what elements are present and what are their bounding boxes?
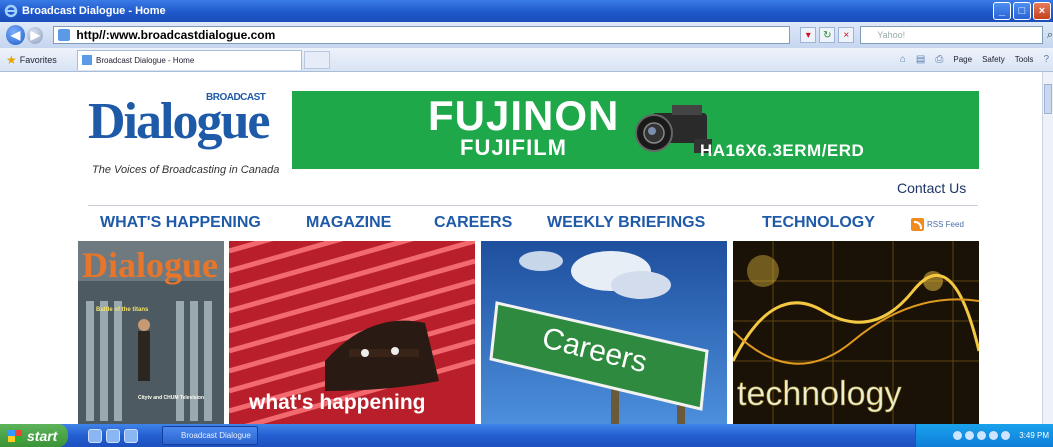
start-button[interactable]: start xyxy=(0,424,68,447)
tray-security-icon[interactable] xyxy=(977,431,987,440)
logo-wordmark: Dialogue xyxy=(88,93,270,150)
start-label: start xyxy=(27,427,58,444)
safety-menu[interactable]: Safety xyxy=(982,55,1005,64)
magazine-title: Dialogue xyxy=(82,245,218,285)
banner-brand: FUJINON xyxy=(428,92,620,139)
back-button[interactable]: ◀ xyxy=(6,25,26,45)
banner-model: HA16X6.3ERM/ERD xyxy=(700,141,865,160)
help-icon[interactable]: ? xyxy=(1043,54,1049,65)
new-tab-button[interactable] xyxy=(304,50,330,69)
maximize-button[interactable]: □ xyxy=(1013,2,1031,20)
header-divider xyxy=(88,205,978,206)
tray-volume-icon[interactable] xyxy=(965,431,975,440)
address-toolbar: ◀ ▶ http//:www.broadcastdialogue.com ▾ ↻… xyxy=(0,22,1053,48)
favorites-button[interactable]: ★ Favorites xyxy=(0,53,75,67)
feature-tiles: Dialogue Battle of the titans Citytv and… xyxy=(78,241,979,424)
window-title: Broadcast Dialogue - Home xyxy=(22,5,166,17)
nav-whats-happening[interactable]: WHAT'S HAPPENING xyxy=(100,214,261,232)
site-logo[interactable]: BROADCAST Dialogue The Voices of Broadca… xyxy=(88,92,288,182)
quick-launch xyxy=(88,428,138,443)
tile-technology[interactable]: technology xyxy=(733,241,979,424)
whats-happening-caption: what's happening xyxy=(248,391,426,414)
technology-caption: technology xyxy=(737,375,901,413)
banner-sub-brand: FUJIFILM xyxy=(460,135,567,160)
magazine-cover-line-1: Battle of the titans xyxy=(96,307,149,313)
forward-button[interactable]: ▶ xyxy=(27,26,44,44)
dropdown-button[interactable]: ▾ xyxy=(800,27,817,43)
nav-magazine[interactable]: MAGAZINE xyxy=(306,214,391,232)
browser-window: Broadcast Dialogue - Home _ □ × ◀ ▶ http… xyxy=(0,0,1053,447)
scrollbar-thumb[interactable] xyxy=(1044,84,1052,114)
tray-update-icon[interactable] xyxy=(989,431,999,440)
favorites-bar: ★ Favorites Broadcast Dialogue - Home ⌂ … xyxy=(0,48,1053,72)
main-nav: WHAT'S HAPPENING MAGAZINE CAREERS WEEKLY… xyxy=(100,214,980,236)
favorites-label: Favorites xyxy=(19,54,57,65)
tray-app-icon[interactable] xyxy=(1001,431,1011,440)
clock: 3:49 PM xyxy=(1019,431,1049,440)
tab-label: Broadcast Dialogue - Home xyxy=(96,55,195,65)
nav-careers[interactable]: CAREERS xyxy=(434,214,512,232)
media-quicklaunch-icon[interactable] xyxy=(124,428,138,443)
ie-quicklaunch-icon[interactable] xyxy=(88,428,102,443)
address-bar[interactable]: http//:www.broadcastdialogue.com xyxy=(53,26,791,44)
system-tray: 3:49 PM xyxy=(915,424,1053,447)
page-menu[interactable]: Page xyxy=(953,55,972,64)
rss-feed-link[interactable]: RSS Feed xyxy=(911,218,964,231)
close-button[interactable]: × xyxy=(1033,2,1051,20)
address-text: http//:www.broadcastdialogue.com xyxy=(76,28,276,42)
rss-label: RSS Feed xyxy=(927,220,964,229)
tab-page-icon xyxy=(82,55,92,65)
contact-us-link[interactable]: Contact Us xyxy=(897,180,966,196)
page-scrollbar[interactable] xyxy=(1042,72,1053,424)
browser-tab[interactable]: Broadcast Dialogue - Home xyxy=(77,49,302,70)
home-icon[interactable]: ⌂ xyxy=(900,54,906,65)
command-bar: ⌂ ▤ ⎙ Page Safety Tools ? xyxy=(900,54,1049,65)
windows-flag-icon xyxy=(8,429,22,442)
taskbar-item-browser[interactable]: Broadcast Dialogue xyxy=(162,426,258,445)
rss-icon xyxy=(911,218,924,231)
site-tagline: The Voices of Broadcasting in Canada xyxy=(92,164,280,176)
ie-icon xyxy=(4,4,18,18)
page-icon xyxy=(58,29,71,41)
fujinon-ad-banner[interactable]: FUJINON FUJIFILM HA16X6.3ERM/ERD xyxy=(292,91,979,169)
search-icon[interactable]: ⌕ xyxy=(1047,29,1053,42)
web-page: BROADCAST Dialogue The Voices of Broadca… xyxy=(0,72,1042,424)
tile-careers[interactable]: Careers xyxy=(481,241,727,424)
tools-menu[interactable]: Tools xyxy=(1015,55,1034,64)
tile-magazine[interactable]: Dialogue Battle of the titans Citytv and… xyxy=(78,241,224,424)
print-icon[interactable]: ⎙ xyxy=(935,54,943,65)
tray-network-icon[interactable] xyxy=(953,431,963,440)
feeds-icon[interactable]: ▤ xyxy=(916,54,925,65)
email-quicklaunch-icon[interactable] xyxy=(106,428,120,443)
nav-weekly-briefings[interactable]: WEEKLY BRIEFINGS xyxy=(547,214,705,232)
title-bar: Broadcast Dialogue - Home _ □ × xyxy=(0,0,1053,22)
taskbar: start Broadcast Dialogue 3:49 PM xyxy=(0,424,1053,447)
minimize-button[interactable]: _ xyxy=(993,2,1011,20)
magazine-cover-line-2: Citytv and CHUM Television xyxy=(138,395,204,401)
nav-technology[interactable]: TECHNOLOGY xyxy=(762,214,875,232)
tile-whats-happening[interactable]: what's happening xyxy=(229,241,475,424)
star-icon: ★ xyxy=(6,52,17,67)
stop-button[interactable]: × xyxy=(838,27,855,43)
refresh-button[interactable]: ↻ xyxy=(819,27,836,43)
search-input[interactable]: Yahoo! xyxy=(860,26,1043,44)
